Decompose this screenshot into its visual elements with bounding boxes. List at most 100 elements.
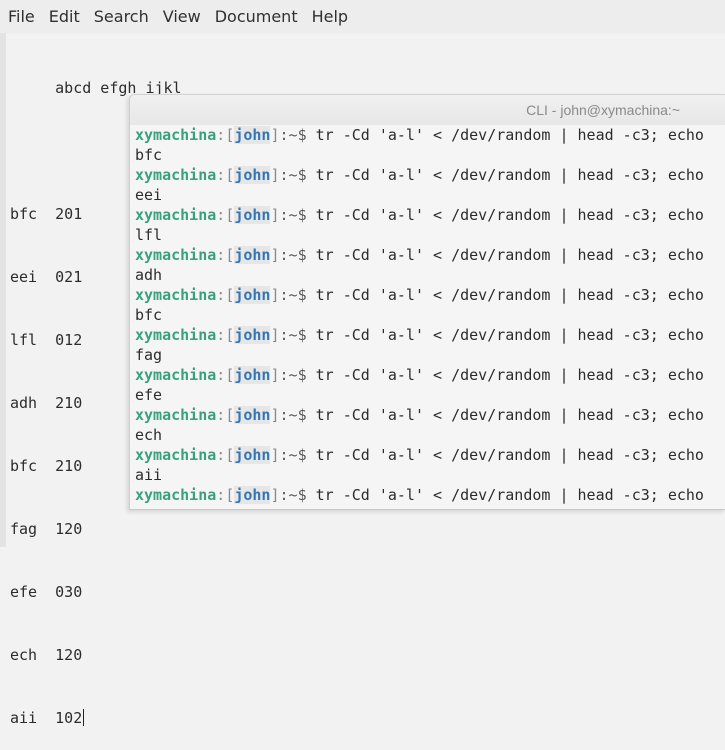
prompt-dollar: $	[297, 486, 307, 504]
terminal-output-line: efe	[135, 386, 163, 404]
prompt-colon: :	[216, 286, 226, 304]
terminal-prompt-line: xymachina:[john]:~$ tr -Cd 'a-l' < /dev/…	[135, 205, 725, 225]
prompt-path: :~	[279, 406, 298, 424]
terminal-prompt-line: xymachina:[john]:~$ tr -Cd 'a-l' < /dev/…	[135, 325, 725, 345]
editor-line-last: aii 102	[10, 708, 182, 729]
prompt-colon: :	[216, 366, 226, 384]
terminal-output-line: bfc	[135, 306, 163, 324]
terminal-command: tr -Cd 'a-l' < /dev/random | head -c3; e…	[306, 366, 704, 384]
prompt-bracket-right: ]	[270, 286, 280, 304]
menu-bar: File Edit Search View Document Help	[0, 0, 725, 33]
prompt-path: :~	[279, 166, 298, 184]
prompt-user: john	[234, 326, 271, 344]
prompt-host: xymachina	[135, 486, 217, 504]
prompt-colon: :	[216, 126, 226, 144]
prompt-colon: :	[216, 406, 226, 424]
prompt-path: :~	[279, 286, 298, 304]
prompt-bracket-right: ]	[270, 446, 280, 464]
terminal-command: tr -Cd 'a-l' < /dev/random | head -c3; e…	[306, 286, 704, 304]
prompt-bracket-left: [	[225, 446, 235, 464]
terminal-prompt-line: xymachina:[john]:~$ tr -Cd 'a-l' < /dev/…	[135, 405, 725, 425]
terminal-prompt-line: xymachina:[john]:~$ tr -Cd 'a-l' < /dev/…	[135, 485, 725, 505]
prompt-colon: :	[216, 486, 226, 504]
prompt-dollar: $	[297, 446, 307, 464]
menu-file[interactable]: File	[0, 0, 42, 33]
prompt-user: john	[234, 166, 271, 184]
prompt-dollar: $	[297, 406, 307, 424]
prompt-host: xymachina	[135, 286, 217, 304]
editor-line: fag 120	[10, 520, 83, 538]
terminal-command: tr -Cd 'a-l' < /dev/random | head -c3; e…	[306, 406, 704, 424]
terminal-body[interactable]: xymachina:[john]:~$ tr -Cd 'a-l' < /dev/…	[130, 125, 725, 505]
prompt-bracket-left: [	[225, 126, 235, 144]
prompt-path: :~	[279, 126, 298, 144]
menu-search[interactable]: Search	[87, 0, 156, 33]
prompt-bracket-right: ]	[270, 206, 280, 224]
terminal-window[interactable]: CLI - john@xymachina:~ xymachina:[john]:…	[129, 94, 725, 510]
prompt-host: xymachina	[135, 246, 217, 264]
terminal-output-line: aii	[135, 466, 163, 484]
terminal-prompt-line: xymachina:[john]:~$ tr -Cd 'a-l' < /dev/…	[135, 245, 725, 265]
prompt-dollar: $	[297, 366, 307, 384]
prompt-colon: :	[216, 166, 226, 184]
prompt-bracket-left: [	[225, 206, 235, 224]
prompt-path: :~	[279, 486, 298, 504]
prompt-host: xymachina	[135, 166, 217, 184]
prompt-dollar: $	[297, 206, 307, 224]
prompt-colon: :	[216, 326, 226, 344]
terminal-output-line: fag	[135, 346, 163, 364]
prompt-bracket-right: ]	[270, 486, 280, 504]
terminal-output-line: eei	[135, 186, 163, 204]
prompt-path: :~	[279, 206, 298, 224]
editor-line-text: aii 102	[10, 709, 83, 727]
prompt-user: john	[234, 406, 271, 424]
editor-gutter	[0, 33, 6, 547]
prompt-bracket-left: [	[225, 486, 235, 504]
prompt-path: :~	[279, 446, 298, 464]
menu-help[interactable]: Help	[305, 0, 355, 33]
prompt-host: xymachina	[135, 446, 217, 464]
prompt-host: xymachina	[135, 366, 217, 384]
prompt-user: john	[234, 246, 271, 264]
prompt-dollar: $	[297, 286, 307, 304]
prompt-bracket-right: ]	[270, 366, 280, 384]
prompt-bracket-left: [	[225, 286, 235, 304]
prompt-bracket-right: ]	[270, 406, 280, 424]
terminal-prompt-line: xymachina:[john]:~$ tr -Cd 'a-l' < /dev/…	[135, 165, 725, 185]
text-caret	[83, 709, 85, 726]
prompt-dollar: $	[297, 246, 307, 264]
terminal-title: CLI - john@xymachina:~	[526, 102, 680, 118]
prompt-bracket-left: [	[225, 366, 235, 384]
prompt-path: :~	[279, 366, 298, 384]
prompt-dollar: $	[297, 166, 307, 184]
prompt-bracket-right: ]	[270, 246, 280, 264]
prompt-host: xymachina	[135, 406, 217, 424]
prompt-dollar: $	[297, 126, 307, 144]
prompt-bracket-left: [	[225, 406, 235, 424]
terminal-prompt-line: xymachina:[john]:~$ tr -Cd 'a-l' < /dev/…	[135, 285, 725, 305]
terminal-prompt-line: xymachina:[john]:~$ tr -Cd 'a-l' < /dev/…	[135, 125, 725, 145]
terminal-output-line: lfl	[135, 226, 163, 244]
menu-edit[interactable]: Edit	[42, 0, 87, 33]
prompt-bracket-left: [	[225, 326, 235, 344]
prompt-user: john	[234, 486, 271, 504]
prompt-bracket-right: ]	[270, 166, 280, 184]
terminal-command: tr -Cd 'a-l' < /dev/random | head -c3; e…	[306, 486, 704, 504]
prompt-bracket-left: [	[225, 166, 235, 184]
terminal-command: tr -Cd 'a-l' < /dev/random | head -c3; e…	[306, 206, 704, 224]
terminal-output-line: adh	[135, 266, 163, 284]
prompt-colon: :	[216, 246, 226, 264]
prompt-host: xymachina	[135, 206, 217, 224]
menu-document[interactable]: Document	[208, 0, 305, 33]
prompt-host: xymachina	[135, 126, 217, 144]
terminal-command: tr -Cd 'a-l' < /dev/random | head -c3; e…	[306, 326, 704, 344]
editor-line: ech 120	[10, 646, 83, 664]
terminal-command: tr -Cd 'a-l' < /dev/random | head -c3; e…	[306, 126, 704, 144]
prompt-path: :~	[279, 326, 298, 344]
prompt-user: john	[234, 206, 271, 224]
terminal-titlebar[interactable]: CLI - john@xymachina:~	[130, 95, 725, 125]
menu-view[interactable]: View	[156, 0, 208, 33]
prompt-user: john	[234, 286, 271, 304]
terminal-command: tr -Cd 'a-l' < /dev/random | head -c3; e…	[306, 446, 704, 464]
terminal-output-line: bfc	[135, 146, 163, 164]
